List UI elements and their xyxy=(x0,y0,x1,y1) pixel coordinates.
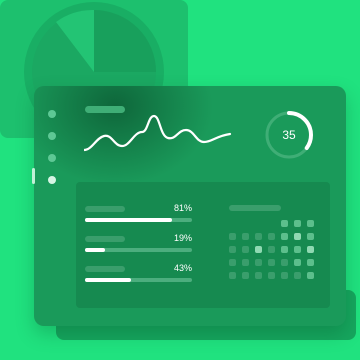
grid-dot xyxy=(229,259,236,266)
grid-dot xyxy=(294,220,301,227)
grid-dot xyxy=(255,259,262,266)
progress-track xyxy=(85,218,192,222)
stats-card: 81% 19% 43% xyxy=(76,182,330,308)
grid-dot xyxy=(281,220,288,227)
progress-label-placeholder xyxy=(85,206,125,212)
progress-row: 19% xyxy=(85,233,192,264)
grid-dot xyxy=(281,259,288,266)
grid-dot xyxy=(307,233,314,240)
progress-fill xyxy=(85,218,172,222)
grid-dot xyxy=(307,259,314,266)
line-chart xyxy=(84,114,232,152)
grid-dot xyxy=(255,272,262,279)
line-series xyxy=(84,114,232,152)
progress-percent: 81% xyxy=(173,203,192,213)
grid-dot xyxy=(242,272,249,279)
grid-dot xyxy=(294,272,301,279)
grid-dot xyxy=(242,259,249,266)
grid-dot xyxy=(268,233,275,240)
grid-dot xyxy=(229,272,236,279)
grid-dot xyxy=(229,246,236,253)
grid-dot xyxy=(242,246,249,253)
grid-dot xyxy=(281,272,288,279)
sidebar-dot-2[interactable] xyxy=(48,132,56,140)
grid-title-placeholder xyxy=(229,205,281,211)
progress-track xyxy=(85,278,192,282)
grid-dot xyxy=(268,246,275,253)
progress-fill xyxy=(85,278,131,282)
grid-dot xyxy=(281,233,288,240)
sidebar-nav xyxy=(48,110,56,198)
grid-dot xyxy=(307,220,314,227)
progress-track xyxy=(85,248,192,252)
grid-dot xyxy=(255,233,262,240)
progress-label-placeholder xyxy=(85,266,125,272)
progress-row: 43% xyxy=(85,263,192,294)
grid-dot xyxy=(294,259,301,266)
gauge-value: 35 xyxy=(282,128,296,142)
pie-slice xyxy=(94,10,156,72)
grid-dot xyxy=(307,246,314,253)
grid-dot xyxy=(281,246,288,253)
grid-dot xyxy=(268,272,275,279)
progress-fill xyxy=(85,248,106,252)
grid-dot xyxy=(229,233,236,240)
grid-dot xyxy=(307,272,314,279)
progress-percent: 43% xyxy=(173,263,192,273)
progress-label-placeholder xyxy=(85,236,125,242)
sidebar-dot-3[interactable] xyxy=(48,154,56,162)
progress-row: 81% xyxy=(85,203,192,234)
grid-dot xyxy=(294,246,301,253)
grid-dot xyxy=(294,233,301,240)
sidebar-dot-4[interactable] xyxy=(48,176,56,184)
progress-percent: 19% xyxy=(173,233,192,243)
sidebar-active-marker xyxy=(32,168,35,184)
grid-dot xyxy=(268,259,275,266)
sidebar-dot-1[interactable] xyxy=(48,110,56,118)
grid-dot xyxy=(242,233,249,240)
grid-dot xyxy=(255,246,262,253)
